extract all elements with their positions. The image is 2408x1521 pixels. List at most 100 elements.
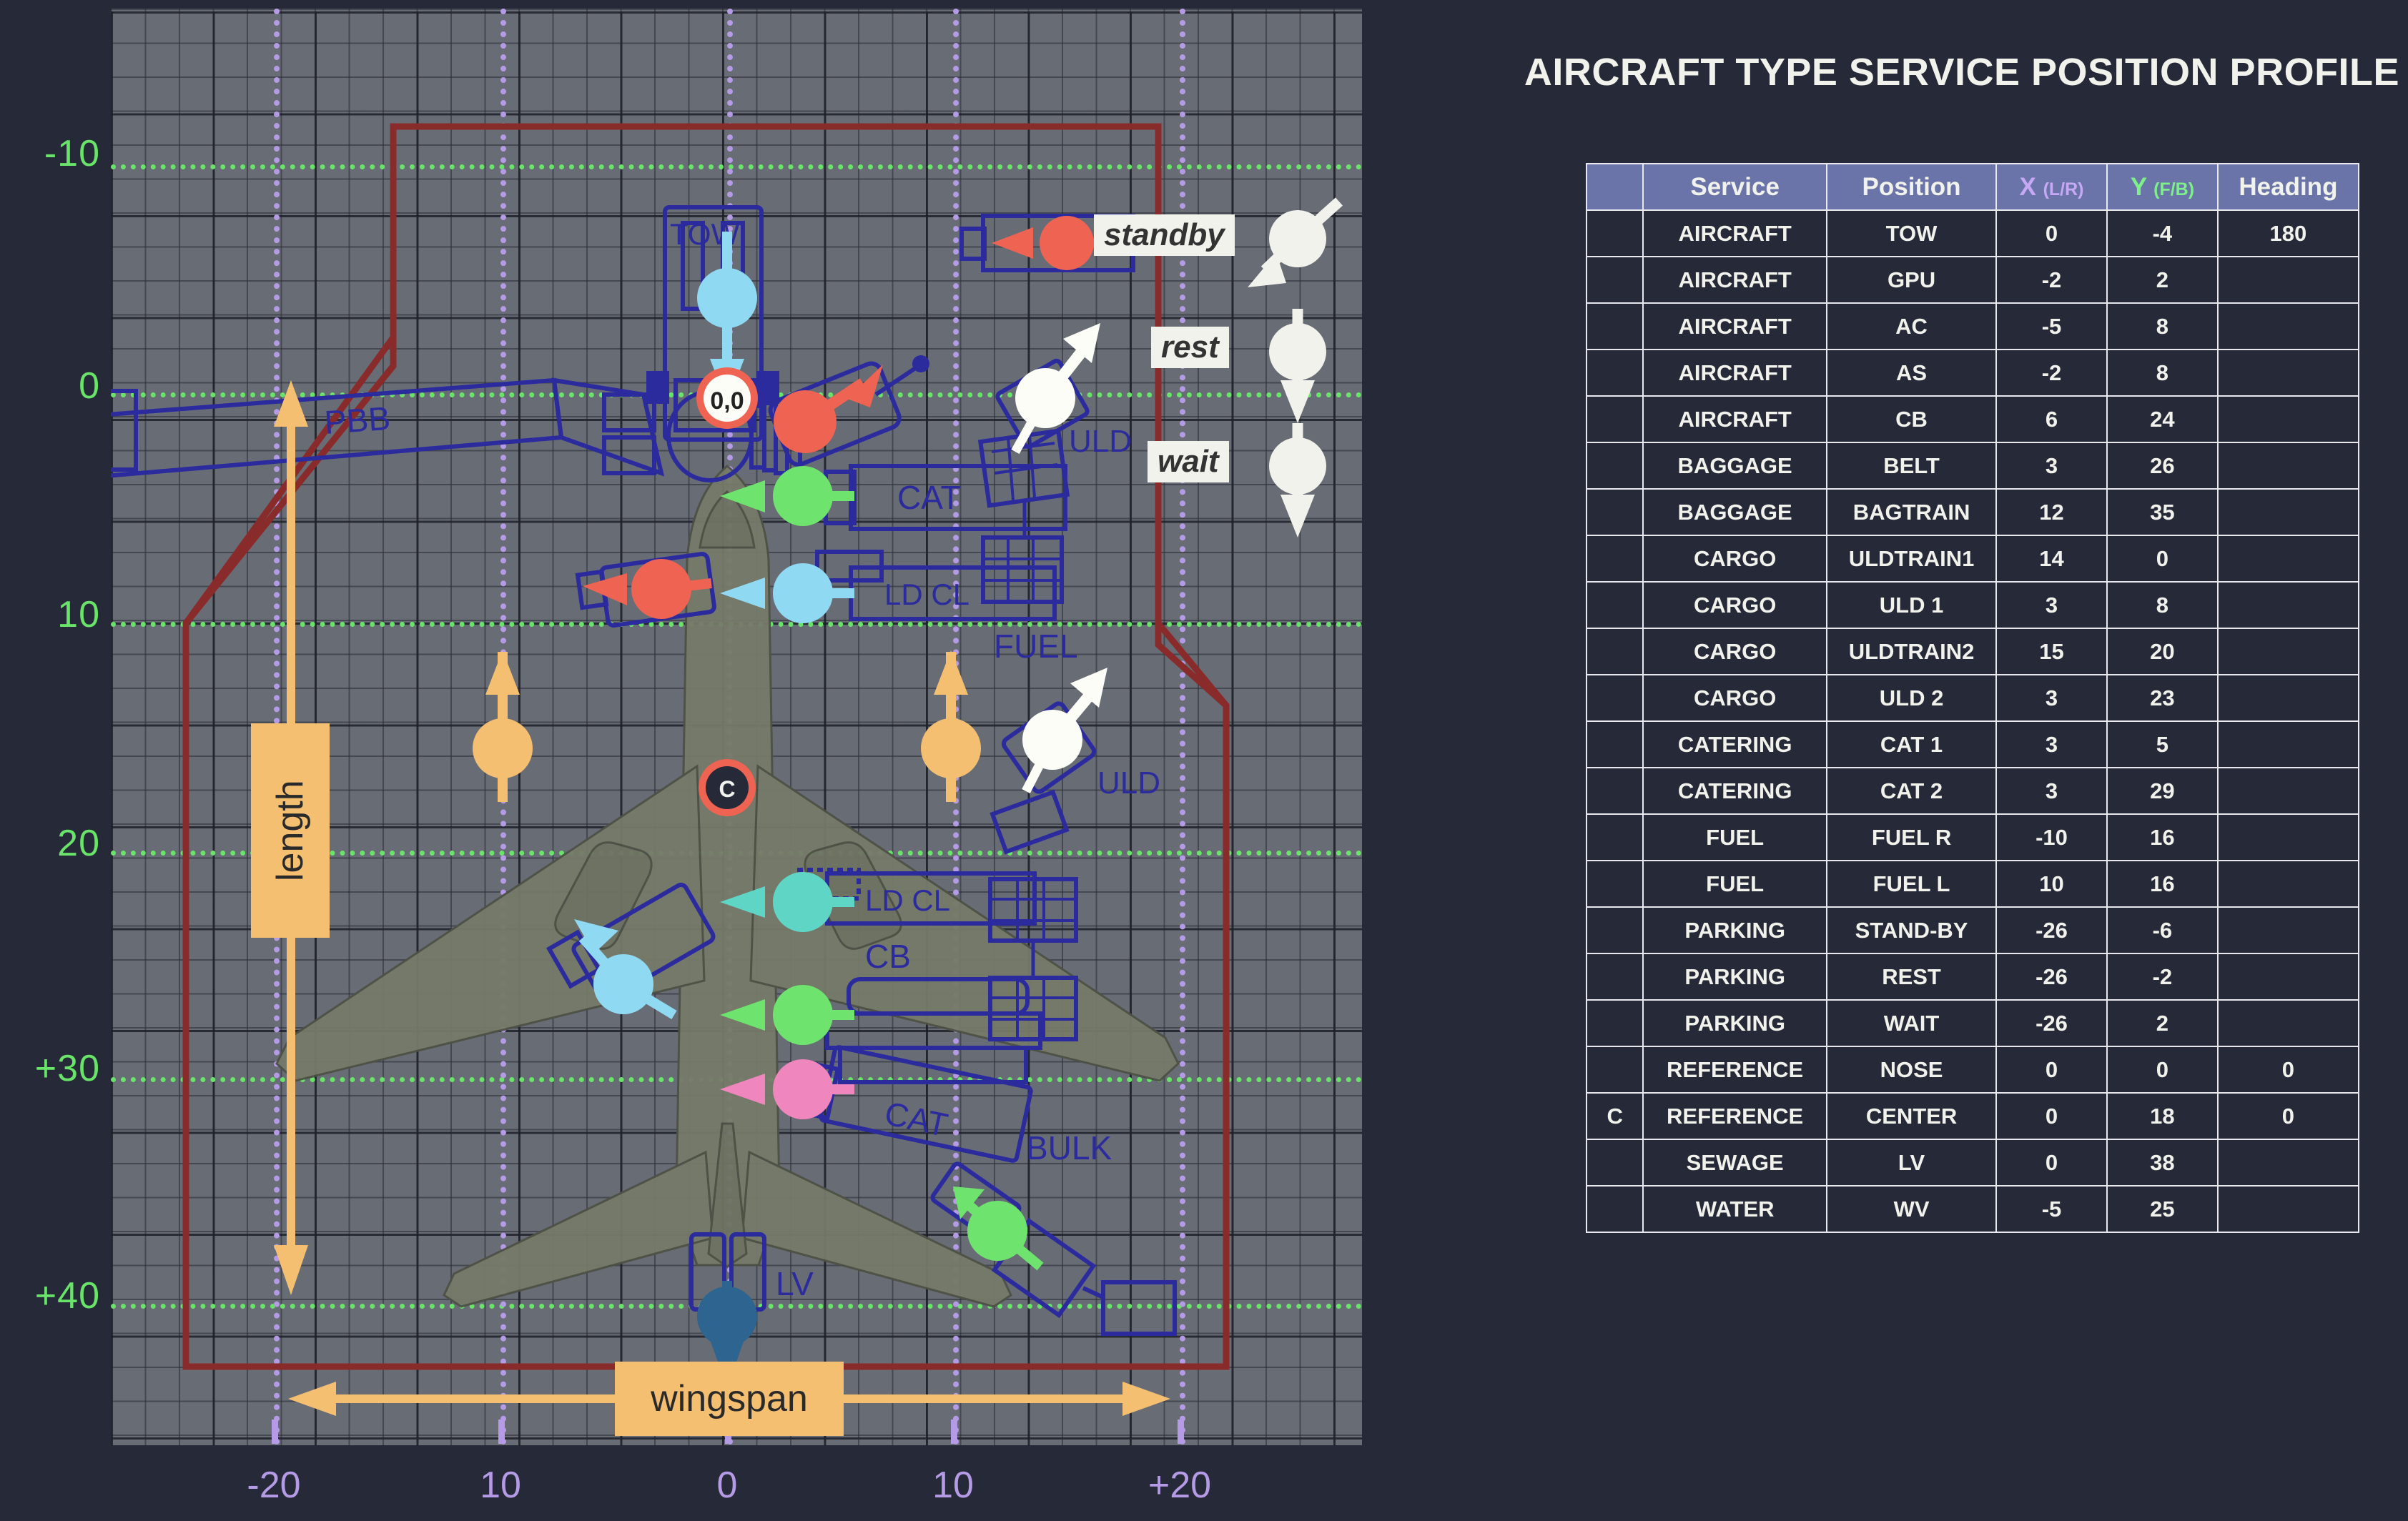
- table-row[interactable]: AIRCRAFT CB 6 24: [1585, 395, 2360, 443]
- row-y: 16: [2106, 813, 2219, 861]
- row-heading: [2216, 860, 2360, 908]
- row-index: [1585, 813, 1644, 861]
- row-service: CARGO: [1642, 535, 1828, 583]
- row-heading: [2216, 813, 2360, 861]
- table-row[interactable]: AIRCRAFT AC -5 8: [1585, 302, 2360, 350]
- column-header-service: Service: [1642, 163, 1828, 211]
- row-x: -5: [1995, 1185, 2108, 1233]
- row-x: -5: [1995, 302, 2108, 350]
- y-tick-label: 0: [79, 365, 100, 407]
- row-x: 15: [1995, 628, 2108, 675]
- row-heading: [2216, 349, 2360, 397]
- row-service: AIRCRAFT: [1642, 209, 1828, 257]
- row-heading: [2216, 999, 2360, 1047]
- row-heading: [2216, 488, 2360, 536]
- row-position: AC: [1826, 302, 1998, 350]
- row-x: -2: [1995, 256, 2108, 304]
- row-position: WV: [1826, 1185, 1998, 1233]
- row-y: 0: [2106, 535, 2219, 583]
- row-index: C: [1585, 1092, 1644, 1140]
- row-service: PARKING: [1642, 999, 1828, 1047]
- row-y: -2: [2106, 953, 2219, 1001]
- row-index: [1585, 767, 1644, 815]
- row-heading: [2216, 302, 2360, 350]
- row-service: AIRCRAFT: [1642, 256, 1828, 304]
- center-marker: C: [699, 759, 756, 816]
- column-header-x: X (L/R): [1995, 163, 2108, 211]
- row-position: NOSE: [1826, 1046, 1998, 1094]
- row-y: 8: [2106, 302, 2219, 350]
- table-row[interactable]: PARKING WAIT -26 2: [1585, 999, 2360, 1047]
- table-row[interactable]: REFERENCE NOSE 0 0 0: [1585, 1046, 2360, 1094]
- y-subscript: (F/B): [2153, 179, 2195, 199]
- row-y: -6: [2106, 906, 2219, 954]
- table-body: AIRCRAFT TOW 0 -4 180 AIRCRAFT GPU -2 2 AIRCRAFT A…: [1585, 209, 2360, 1233]
- ldcl-top-label: LD CL: [884, 578, 969, 611]
- row-index: [1585, 720, 1644, 768]
- row-index: [1585, 860, 1644, 908]
- row-position: ULDTRAIN2: [1826, 628, 1998, 675]
- row-position: CAT 1: [1826, 720, 1998, 768]
- row-x: 10: [1995, 860, 2108, 908]
- table-row[interactable]: BAGGAGE BAGTRAIN 12 35: [1585, 488, 2360, 536]
- row-y: 2: [2106, 256, 2219, 304]
- lv-label: LV: [776, 1265, 814, 1302]
- table-row[interactable]: PARKING STAND-BY -26 -6: [1585, 906, 2360, 954]
- x-tick-label: +20: [1148, 1465, 1212, 1506]
- row-index: [1585, 442, 1644, 490]
- row-service: CARGO: [1642, 628, 1828, 675]
- y-tick-label: +30: [34, 1048, 100, 1089]
- table-row[interactable]: CARGO ULDTRAIN2 15 20: [1585, 628, 2360, 675]
- row-service: REFERENCE: [1642, 1046, 1828, 1094]
- row-service: CATERING: [1642, 720, 1828, 768]
- row-position: CB: [1826, 395, 1998, 443]
- table-row[interactable]: FUEL FUEL L 10 16: [1585, 860, 2360, 908]
- row-y: 29: [2106, 767, 2219, 815]
- table-row[interactable]: C REFERENCE CENTER 0 18 0: [1585, 1092, 2360, 1140]
- row-heading: 180: [2216, 209, 2360, 257]
- row-index: [1585, 256, 1644, 304]
- row-x: 3: [1995, 442, 2108, 490]
- row-position: WAIT: [1826, 999, 1998, 1047]
- row-position: ULD 1: [1826, 581, 1998, 629]
- row-position: ULDTRAIN1: [1826, 535, 1998, 583]
- table-row[interactable]: AIRCRAFT TOW 0 -4 180: [1585, 209, 2360, 257]
- row-index: [1585, 1139, 1644, 1186]
- table-row[interactable]: FUEL FUEL R -10 16: [1585, 813, 2360, 861]
- row-y: 26: [2106, 442, 2219, 490]
- row-y: 16: [2106, 860, 2219, 908]
- row-y: 8: [2106, 349, 2219, 397]
- row-index: [1585, 674, 1644, 722]
- row-index: [1585, 349, 1644, 397]
- row-x: 0: [1995, 1046, 2108, 1094]
- table-row[interactable]: SEWAGE LV 0 38: [1585, 1139, 2360, 1186]
- row-y: 8: [2106, 581, 2219, 629]
- table-row[interactable]: AIRCRAFT AS -2 8: [1585, 349, 2360, 397]
- row-y: 23: [2106, 674, 2219, 722]
- wait-marker: [1269, 423, 1326, 537]
- row-x: 14: [1995, 535, 2108, 583]
- table-row[interactable]: CATERING CAT 2 3 29: [1585, 767, 2360, 815]
- table-row[interactable]: BAGGAGE BELT 3 26: [1585, 442, 2360, 490]
- column-header-heading: Heading: [2216, 163, 2360, 211]
- row-heading: [2216, 1139, 2360, 1186]
- table-row[interactable]: CATERING CAT 135: [1585, 720, 2360, 768]
- table-row[interactable]: PARKING REST -26 -2: [1585, 953, 2360, 1001]
- y-tick-label: -10: [44, 133, 100, 174]
- row-x: 0: [1995, 1139, 2108, 1186]
- table-row[interactable]: CARGO ULDTRAIN1 14 0: [1585, 535, 2360, 583]
- row-position: REST: [1826, 953, 1998, 1001]
- row-heading: 0: [2216, 1046, 2360, 1094]
- rest-callout: rest: [1151, 327, 1229, 369]
- page-title: AIRCRAFT TYPE SERVICE POSITION PROFILE: [1524, 51, 2400, 94]
- table-row[interactable]: CARGO ULD 2 3 23: [1585, 674, 2360, 722]
- table-row[interactable]: CARGO ULD 138: [1585, 581, 2360, 629]
- row-x: 3: [1995, 720, 2108, 768]
- service-position-plot: PBB TOW 0,0 CAT LD CL ULD FUEL ULD LD CL…: [111, 9, 1362, 1445]
- table-row[interactable]: WATER WV -5 25: [1585, 1185, 2360, 1233]
- center-label: C: [719, 776, 735, 802]
- row-position: BELT: [1826, 442, 1998, 490]
- fuel-left-marker: [473, 650, 533, 802]
- row-index: [1585, 906, 1644, 954]
- table-row[interactable]: AIRCRAFT GPU -2 2: [1585, 256, 2360, 304]
